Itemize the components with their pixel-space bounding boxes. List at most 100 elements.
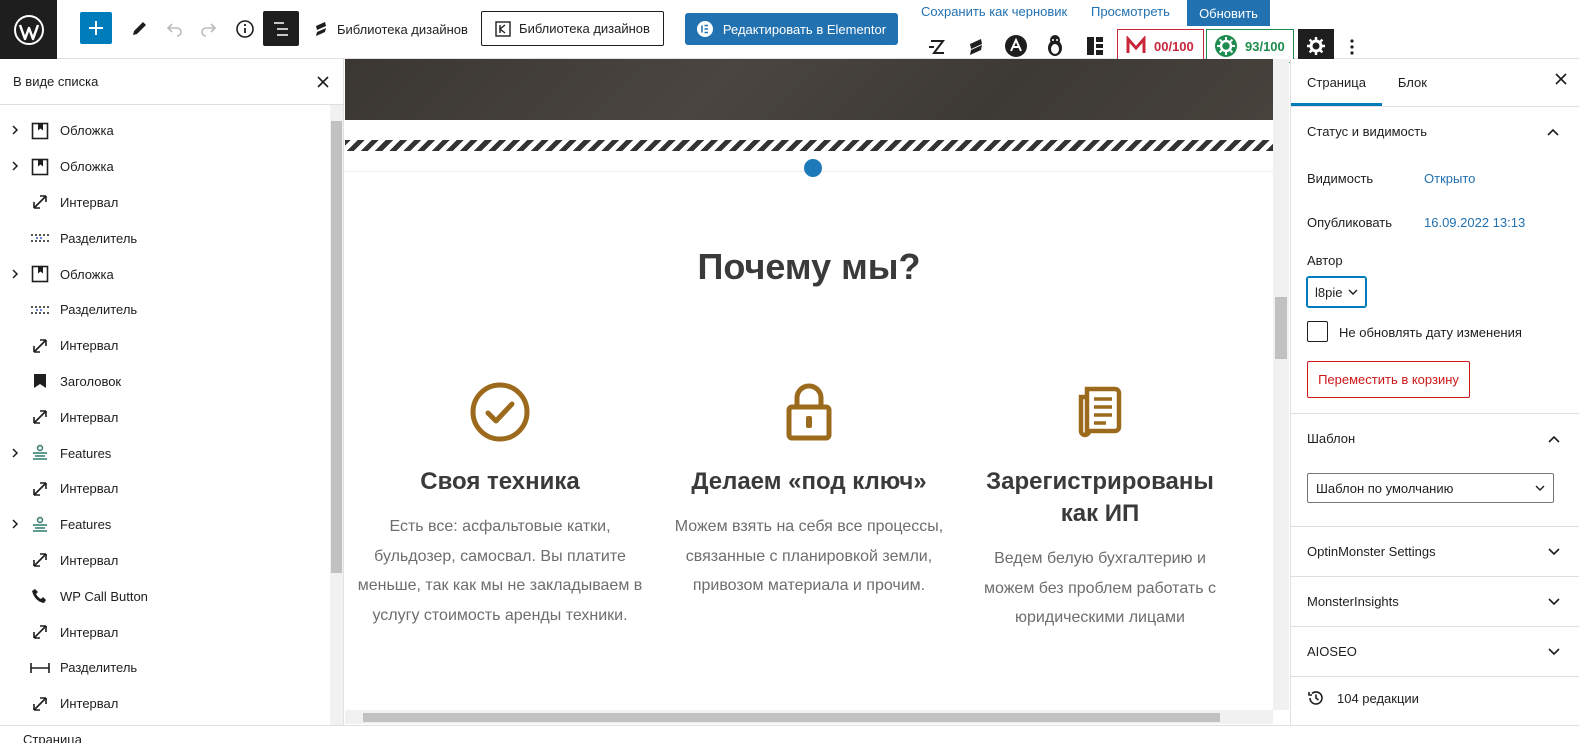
- chevron-down-icon: [1348, 289, 1358, 295]
- list-view-item[interactable]: Интервал: [0, 399, 330, 435]
- list-view-item[interactable]: Обложка: [0, 256, 330, 292]
- cover-block-image[interactable]: [345, 59, 1273, 120]
- redo-button[interactable]: [198, 16, 220, 42]
- no-update-date-checkbox[interactable]: [1307, 321, 1328, 342]
- list-view-item[interactable]: Заголовок: [0, 364, 330, 400]
- undo-button[interactable]: [163, 16, 185, 42]
- design-library-label-2: Библиотека дизайнов: [519, 21, 650, 36]
- feature-text: Ведем белую бухгалтерию и можем без проб…: [984, 550, 1216, 626]
- list-view-item[interactable]: Разделитель: [0, 292, 330, 328]
- list-view-item[interactable]: Интервал: [0, 543, 330, 579]
- section-heading[interactable]: Почему мы?: [345, 246, 1273, 288]
- scrollbar-thumb[interactable]: [363, 713, 1220, 722]
- feature-column[interactable]: Делаем «под ключ» Можем взять на себя вс…: [664, 379, 954, 601]
- list-view-item[interactable]: Интервал: [0, 328, 330, 364]
- close-icon[interactable]: [317, 75, 329, 88]
- mhub-icon: [1126, 36, 1146, 53]
- status-visibility-header[interactable]: Статус и видимость: [1291, 107, 1579, 156]
- author-select[interactable]: l8pie: [1307, 277, 1366, 307]
- details-button[interactable]: [234, 16, 256, 42]
- block-tree: Обложка Обложка Интервал Разделитель Обложка…: [0, 113, 330, 722]
- close-icon[interactable]: [1555, 73, 1567, 85]
- options-menu-button[interactable]: [1343, 36, 1361, 58]
- preview-link[interactable]: Просмотреть: [1091, 4, 1170, 19]
- author-value: l8pie: [1315, 284, 1343, 300]
- publish-date-toggle[interactable]: 16.09.2022 13:13: [1424, 215, 1525, 230]
- template-panel-header[interactable]: Шаблон: [1291, 414, 1579, 463]
- cover-icon: [30, 264, 50, 284]
- block-inserter-dot[interactable]: [804, 159, 822, 177]
- chevron-right-icon[interactable]: [11, 517, 21, 532]
- history-icon: [1308, 691, 1323, 705]
- chevron-right-icon[interactable]: [11, 267, 21, 282]
- astra-icon: [1005, 35, 1027, 57]
- list-view-item[interactable]: WP Call Button: [0, 578, 330, 614]
- monsterinsights-panel-header[interactable]: MonsterInsights: [1291, 577, 1579, 626]
- settings-sidebar: Страница Блок Статус и видимость Видимос…: [1290, 59, 1579, 725]
- list-view-item[interactable]: Интервал: [0, 471, 330, 507]
- list-view-item[interactable]: Интервал: [0, 185, 330, 221]
- no-update-date-label[interactable]: Не обновлять дату изменения: [1339, 325, 1522, 340]
- blocks-grid-button[interactable]: [1084, 35, 1106, 57]
- design-library-button[interactable]: Библиотека дизайнов: [313, 14, 468, 44]
- striped-divider[interactable]: [345, 140, 1273, 151]
- feature-column[interactable]: Своя техника Есть все: асфальтовые катки…: [355, 379, 645, 630]
- list-view-panel: В виде списка Обложка Обложка Интервал Разд…: [0, 59, 344, 725]
- feature-title: Своя техника: [420, 468, 580, 495]
- redo-icon: [201, 23, 217, 37]
- seo-score-badge[interactable]: 00/100: [1117, 29, 1204, 63]
- list-view-item[interactable]: Features: [0, 507, 330, 543]
- zap-lines-icon: [929, 40, 945, 54]
- chevron-right-icon[interactable]: [11, 123, 21, 138]
- tab-page[interactable]: Страница: [1291, 58, 1382, 106]
- list-view-scrollbar[interactable]: [330, 105, 343, 725]
- design-library-button-outlined[interactable]: Библиотека дизайнов: [481, 11, 664, 46]
- revisions-link[interactable]: 104 редакции: [1307, 689, 1419, 707]
- spectra-button[interactable]: [926, 36, 948, 58]
- optinmonster-panel-header[interactable]: OptinMonster Settings: [1291, 527, 1579, 576]
- astra-button[interactable]: [1005, 35, 1027, 57]
- list-view-item-label: Обложка: [60, 266, 114, 282]
- move-to-trash-button[interactable]: Переместить в корзину: [1307, 361, 1470, 398]
- chevron-right-icon[interactable]: [11, 446, 21, 461]
- feature-column[interactable]: Зарегистрированы как ИП Ведем белую бухг…: [971, 379, 1229, 633]
- list-view-item[interactable]: Интервал: [0, 686, 330, 722]
- chevron-right-icon[interactable]: [11, 159, 21, 174]
- wordpress-logo-button[interactable]: [0, 0, 57, 59]
- scrollbar-thumb[interactable]: [1275, 297, 1287, 359]
- list-view-item[interactable]: Интервал: [0, 614, 330, 650]
- add-block-button[interactable]: [80, 12, 112, 44]
- penguin-button[interactable]: [1044, 35, 1066, 57]
- author-label: Автор: [1307, 253, 1343, 268]
- template-value: Шаблон по умолчанию: [1316, 480, 1454, 496]
- spacer-icon: [30, 622, 50, 642]
- list-view-item[interactable]: Features: [0, 435, 330, 471]
- list-view-item[interactable]: Обложка: [0, 113, 330, 149]
- list-view-button[interactable]: [263, 11, 299, 46]
- list-view-item[interactable]: Обложка: [0, 149, 330, 185]
- edit-tools-button[interactable]: [128, 16, 150, 42]
- separator-dots-icon: [30, 300, 50, 320]
- breadcrumb[interactable]: Страница: [23, 732, 82, 743]
- canvas-horizontal-scrollbar[interactable]: [345, 710, 1273, 724]
- list-view-item[interactable]: Разделитель: [0, 220, 330, 256]
- list-view-item[interactable]: Разделитель: [0, 650, 330, 686]
- sidebar-tabs: Страница Блок: [1291, 59, 1579, 107]
- kadence-icon: [495, 20, 511, 37]
- editor-canvas: Почему мы? Своя техника Есть все: асфаль…: [345, 59, 1289, 725]
- cover-icon: [30, 157, 50, 177]
- separator-dots-icon: [30, 228, 50, 248]
- list-view-icon: [274, 21, 288, 36]
- canvas-vertical-scrollbar[interactable]: [1273, 59, 1289, 710]
- template-select[interactable]: Шаблон по умолчанию: [1307, 473, 1554, 503]
- aioseo-panel-header[interactable]: AIOSEO: [1291, 627, 1579, 676]
- panel-title: MonsterInsights: [1307, 594, 1399, 609]
- aioseo-score-badge[interactable]: 93/100: [1206, 29, 1294, 63]
- visibility-toggle[interactable]: Открыто: [1424, 171, 1475, 186]
- edit-with-elementor-button[interactable]: Редактировать в Elementor: [685, 13, 898, 45]
- save-draft-link[interactable]: Сохранить как черновик: [921, 4, 1067, 19]
- update-button[interactable]: Обновить: [1187, 0, 1270, 26]
- tab-block[interactable]: Блок: [1382, 58, 1443, 106]
- scrollbar-thumb[interactable]: [331, 121, 342, 573]
- stackable-toolbar-button[interactable]: [965, 36, 987, 58]
